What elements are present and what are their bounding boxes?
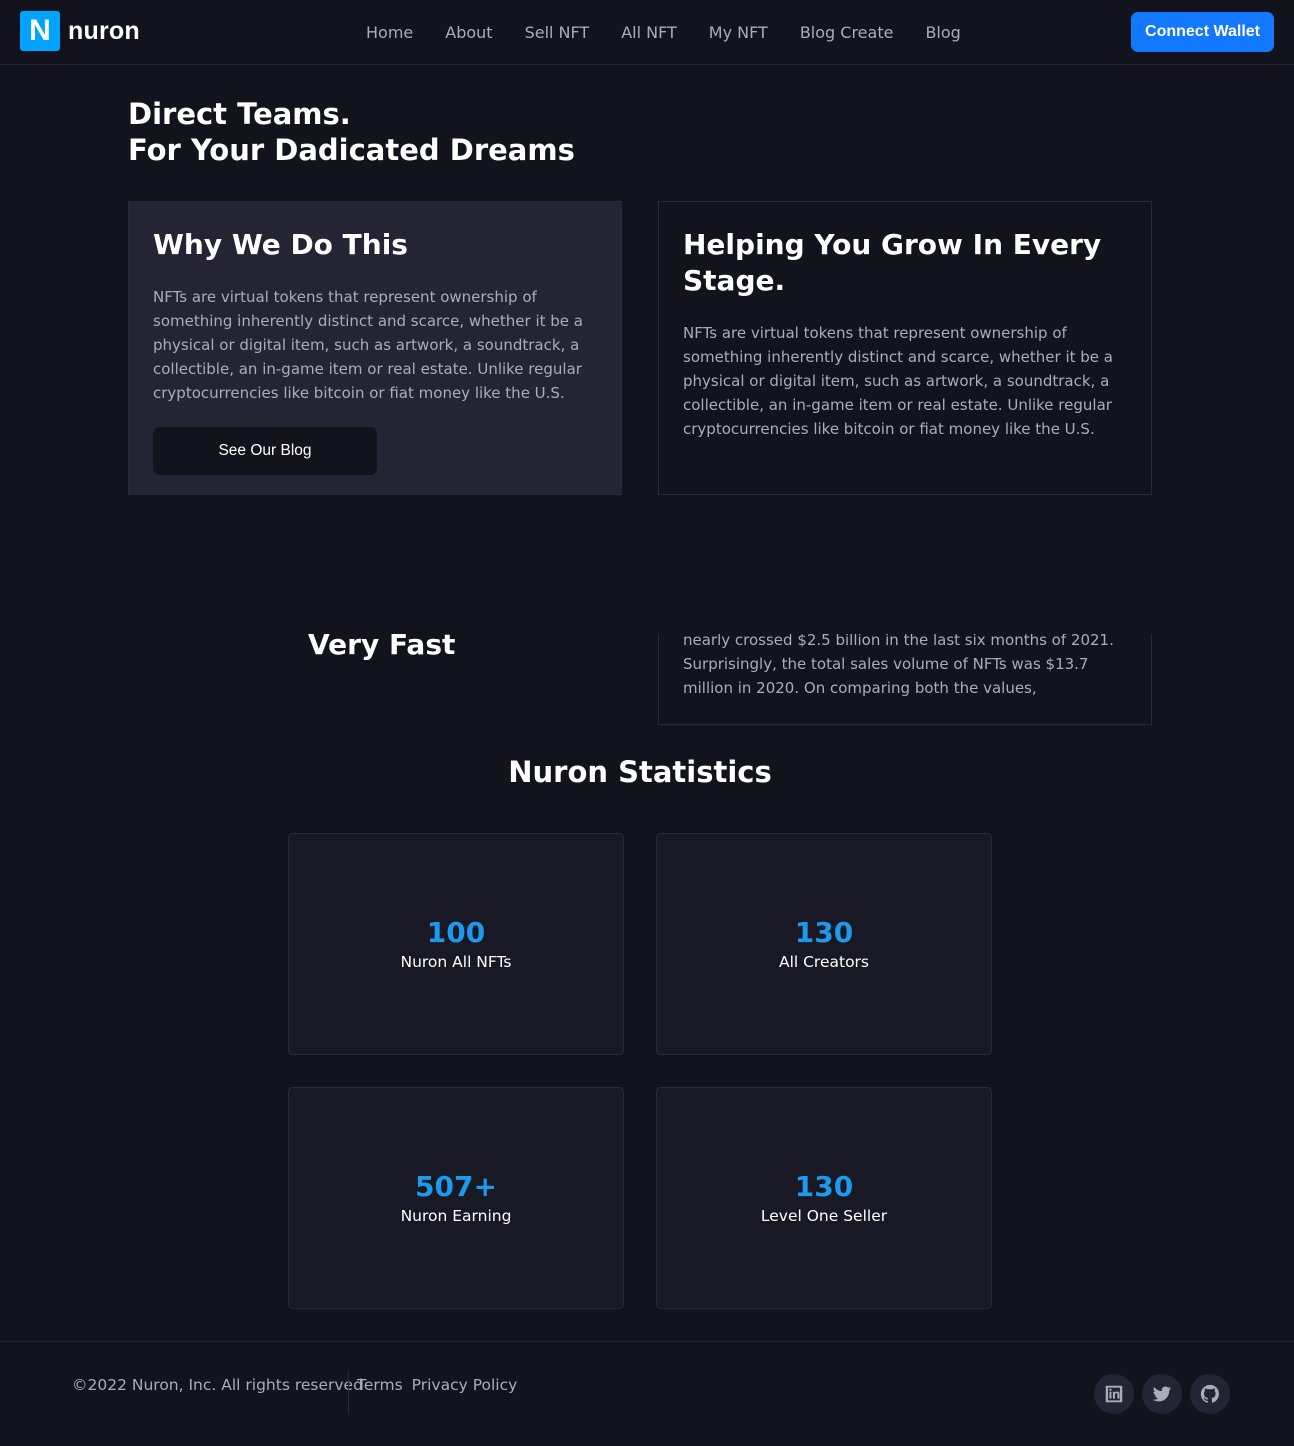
site-header: N nuron Home About Sell NFT All NFT My N… xyxy=(0,0,1294,65)
grow-card-title: Helping You Grow In Every Stage. xyxy=(683,228,1102,297)
connect-wallet-button[interactable]: Connect Wallet xyxy=(1131,12,1274,52)
very-fast-heading: Very Fast xyxy=(308,628,456,661)
logo[interactable]: N nuron xyxy=(20,11,140,51)
terms-link[interactable]: Terms xyxy=(357,1376,403,1394)
stat-value: 130 xyxy=(794,1169,854,1203)
stat-label: All Creators xyxy=(778,952,870,971)
nav-sell-nft[interactable]: Sell NFT xyxy=(509,23,606,42)
nav-all-nft[interactable]: All NFT xyxy=(605,23,693,42)
stat-value: 130 xyxy=(794,915,854,949)
stat-label: Nuron Earning xyxy=(400,1206,512,1225)
see-blog-button[interactable]: See Our Blog xyxy=(153,427,377,475)
stat-label: Nuron All NFTs xyxy=(400,952,512,971)
hero-title-line2: For Your Dadicated Dreams xyxy=(128,133,575,167)
nav-my-nft[interactable]: My NFT xyxy=(693,23,784,42)
hero-title: Direct Teams. For Your Dadicated Dreams xyxy=(128,96,575,168)
social-links xyxy=(1094,1374,1230,1414)
nav-about[interactable]: About xyxy=(429,23,508,42)
partial-info-text: nearly crossed $2.5 billion in the last … xyxy=(683,634,1114,697)
github-icon[interactable] xyxy=(1190,1374,1230,1414)
footer-divider xyxy=(348,1372,349,1414)
stat-card-earning: 507+ Nuron Earning xyxy=(288,1087,624,1309)
nav-blog-create[interactable]: Blog Create xyxy=(784,23,910,42)
grow-card: Helping You Grow In Every Stage. NFTs ar… xyxy=(658,201,1152,495)
twitter-icon[interactable] xyxy=(1142,1374,1182,1414)
nav-blog[interactable]: Blog xyxy=(909,23,976,42)
why-card: Why We Do This NFTs are virtual tokens t… xyxy=(128,201,622,495)
stat-label: Level One Seller xyxy=(760,1206,888,1225)
stat-card-sellers: 130 Level One Seller xyxy=(656,1087,992,1309)
why-card-title: Why We Do This xyxy=(153,228,408,261)
copyright-text: ©2022 Nuron, Inc. All rights reserved xyxy=(72,1376,363,1394)
grow-card-text: NFTs are virtual tokens that represent o… xyxy=(683,324,1113,438)
partial-info-card: nearly crossed $2.5 billion in the last … xyxy=(658,634,1152,725)
main-nav: Home About Sell NFT All NFT My NFT Blog … xyxy=(350,0,977,64)
hero-title-line1: Direct Teams. xyxy=(128,97,351,131)
privacy-policy-link[interactable]: Privacy Policy xyxy=(412,1376,518,1394)
stat-value: 100 xyxy=(426,915,486,949)
nav-home[interactable]: Home xyxy=(350,23,429,42)
footer-links: Terms Privacy Policy xyxy=(357,1376,517,1394)
logo-text: nuron xyxy=(68,16,140,45)
why-card-text: NFTs are virtual tokens that represent o… xyxy=(153,288,583,402)
stat-card-creators: 130 All Creators xyxy=(656,833,992,1055)
linkedin-icon[interactable] xyxy=(1094,1374,1134,1414)
site-footer: ©2022 Nuron, Inc. All rights reserved Te… xyxy=(0,1341,1294,1446)
stat-card-nfts: 100 Nuron All NFTs xyxy=(288,833,624,1055)
stats-title: Nuron Statistics xyxy=(508,755,772,789)
logo-badge: N xyxy=(20,11,60,51)
stat-value: 507+ xyxy=(415,1169,497,1203)
